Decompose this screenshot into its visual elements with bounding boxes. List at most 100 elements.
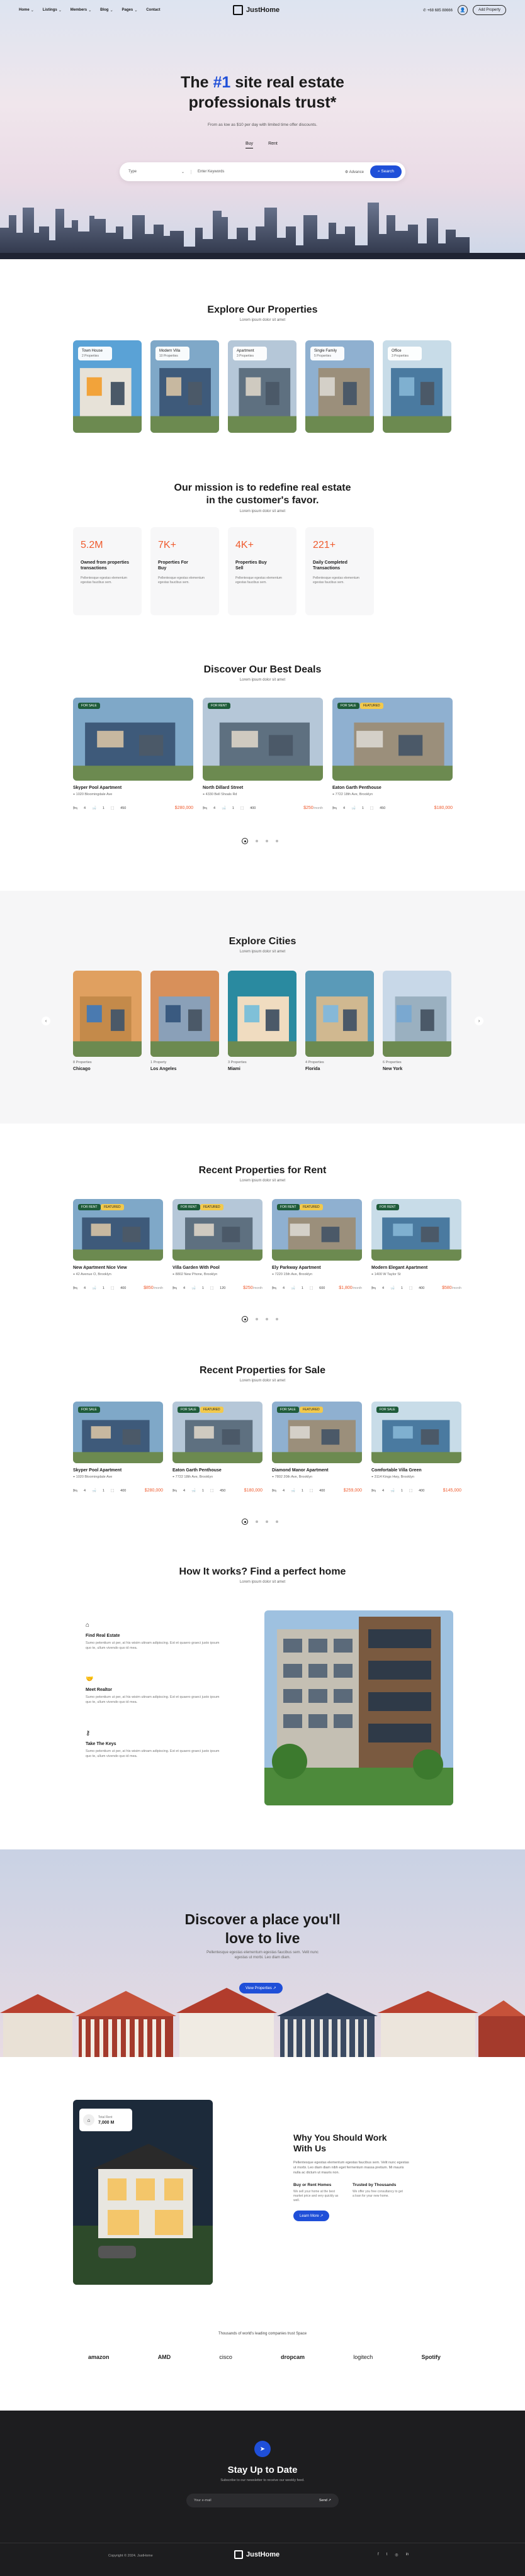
- property-type-card[interactable]: Apartment 3 Properties: [228, 340, 296, 433]
- hero-section: The #1 site real estate professionals tru…: [0, 0, 525, 259]
- nav-blog[interactable]: Blog ⌄: [100, 8, 113, 13]
- page-dot[interactable]: [266, 1520, 268, 1523]
- property-type-card[interactable]: Office 3 Properties: [383, 340, 451, 433]
- add-property-button[interactable]: Add Property: [472, 5, 506, 15]
- property-type-label: Single Family 5 Properties: [310, 347, 344, 360]
- property-name[interactable]: Eaton Garth Penthouse: [172, 1468, 262, 1473]
- tab-rent[interactable]: Rent: [268, 142, 278, 148]
- property-name[interactable]: New Apartment Nice View: [73, 1266, 163, 1270]
- page-dot[interactable]: [276, 1318, 278, 1320]
- chevron-down-icon: ⌄: [134, 8, 138, 13]
- bath-icon: 🛁: [92, 1488, 96, 1493]
- step-keys: ⚷ Take The Keys Sumo petentium ut per, at …: [86, 1730, 224, 1759]
- page-dot[interactable]: [256, 1318, 258, 1320]
- nav-listings[interactable]: Listings ⌄: [43, 8, 62, 13]
- page-dot[interactable]: [266, 1318, 268, 1320]
- property-type-card[interactable]: Modern Villa 10 Properties: [150, 340, 219, 433]
- newsletter-input[interactable]: Your e-mail Send ↗: [186, 2494, 339, 2507]
- prev-arrow-icon[interactable]: ‹: [42, 1017, 50, 1025]
- area-icon: ⬚: [110, 1286, 115, 1290]
- property-card[interactable]: FOR SALE FEATURED Eaton Garth Penthouse ⌖ 7…: [172, 1402, 262, 1493]
- sale-subtitle: Lorem ipsum dolor sit amet: [239, 1379, 286, 1383]
- property-name[interactable]: Comfortable Villa Green: [371, 1468, 461, 1473]
- city-card[interactable]: 3 Properties Miami: [228, 971, 296, 1071]
- site-logo[interactable]: JustHome: [233, 5, 279, 15]
- property-name[interactable]: Ely Parkway Apartment: [272, 1266, 362, 1270]
- search-button[interactable]: ⌕ Search: [370, 165, 402, 178]
- user-icon[interactable]: 👤: [457, 5, 468, 15]
- property-type-card[interactable]: Town House 2 Properties: [73, 340, 142, 433]
- property-type-card[interactable]: Single Family 5 Properties: [305, 340, 374, 433]
- page-dot-active[interactable]: [242, 838, 248, 844]
- next-arrow-icon[interactable]: ›: [475, 1017, 483, 1025]
- page-dot[interactable]: [266, 840, 268, 842]
- key-icon: ⚷: [86, 1730, 91, 1737]
- advance-button[interactable]: ⚙ Advance: [345, 170, 370, 174]
- page-dot-active[interactable]: [242, 1519, 248, 1525]
- copyright: Copyright © 2024. JustHome: [108, 2554, 153, 2558]
- facebook-icon[interactable]: f: [378, 2553, 379, 2557]
- property-meta: 🛏 4 🛁 1 ⬚ 400 $280,000: [73, 1488, 163, 1493]
- city-card[interactable]: 1 Property Los Angeles: [150, 971, 219, 1071]
- map-pin-icon: ⌖: [371, 1475, 374, 1479]
- city-card[interactable]: 6 Properties New York: [383, 971, 451, 1071]
- featured-badge: FEATURED: [300, 1407, 323, 1413]
- property-price: $280,000: [144, 1488, 163, 1493]
- status-badge: FOR SALE: [277, 1407, 299, 1413]
- page-dot[interactable]: [256, 1520, 258, 1523]
- property-name[interactable]: Villa Garden With Pool: [172, 1266, 262, 1270]
- page-dot-active[interactable]: [242, 1316, 248, 1322]
- nav-contact[interactable]: Contact: [146, 8, 160, 13]
- property-card[interactable]: FOR RENT Modern Elegant Apartment ⌖ 1400 W…: [371, 1199, 461, 1290]
- nav-pages[interactable]: Pages ⌄: [122, 8, 138, 13]
- nav-home[interactable]: Home ⌄: [19, 8, 34, 13]
- page-dot[interactable]: [256, 840, 258, 842]
- step-find: ⌂ Find Real Estate Sumo petentium ut per, …: [86, 1622, 224, 1651]
- property-card[interactable]: FOR RENT FEATURED Ely Parkway Apartment ⌖ 7…: [272, 1199, 362, 1290]
- property-price: $580/month: [442, 1286, 461, 1290]
- send-icon: ➤: [254, 2441, 271, 2457]
- learn-more-button[interactable]: Learn More ↗: [293, 2211, 330, 2221]
- deals-pagination: [242, 838, 278, 844]
- type-select[interactable]: Type ⌄: [128, 169, 191, 174]
- property-name[interactable]: Skyper Pool Apartment: [73, 1468, 163, 1473]
- bed-icon: 🛏: [203, 806, 207, 810]
- property-name[interactable]: Modern Elegant Apartment: [371, 1266, 461, 1270]
- mission-subtitle: Lorem ipsum dolor sit amet: [239, 510, 286, 513]
- twitter-icon[interactable]: t: [387, 2553, 388, 2557]
- city-card[interactable]: 8 Properties Chicago: [73, 971, 142, 1071]
- status-badge: FOR RENT: [78, 1204, 101, 1210]
- page-dot[interactable]: [276, 840, 278, 842]
- city-card[interactable]: 4 Properties Florida: [305, 971, 374, 1071]
- property-photo: [73, 698, 193, 781]
- property-address: ⌖ 7722 18th Ave, Brooklyn: [332, 793, 373, 796]
- bed-icon: 🛏: [371, 1286, 376, 1290]
- property-card[interactable]: FOR RENT FEATURED New Apartment Nice View ⌖…: [73, 1199, 163, 1290]
- property-name[interactable]: North Dillard Street: [203, 786, 323, 790]
- instagram-icon[interactable]: ◎: [395, 2553, 398, 2557]
- property-card[interactable]: FOR SALE Comfortable Villa Green ⌖ 3114 Ki…: [371, 1402, 461, 1493]
- tab-buy[interactable]: Buy: [246, 142, 254, 148]
- property-card[interactable]: FOR RENT North Dillard Street ⌖ 4330 Bell …: [203, 698, 323, 810]
- featured-badge: FEATURED: [360, 703, 383, 709]
- sliders-icon: ⚙: [344, 170, 349, 174]
- property-card[interactable]: FOR SALE FEATURED Diamond Manor Apartment ⌖…: [272, 1402, 362, 1493]
- property-name[interactable]: Diamond Manor Apartment: [272, 1468, 362, 1473]
- send-button[interactable]: Send ↗: [319, 2499, 331, 2502]
- property-card[interactable]: FOR RENT FEATURED Villa Garden With Pool ⌖ …: [172, 1199, 262, 1290]
- keyword-input[interactable]: Enter Keywords: [191, 170, 345, 174]
- property-card[interactable]: FOR SALE Skyper Pool Apartment ⌖ 1020 Bloo…: [73, 698, 193, 810]
- phone-link[interactable]: ✆ +68 685 88666: [423, 8, 453, 13]
- property-price: $259,000: [343, 1488, 362, 1493]
- brands-caption: Thousands of world's leading companies t…: [218, 2332, 307, 2336]
- social-links: f t ◎ in: [378, 2553, 409, 2557]
- property-name[interactable]: Eaton Garth Penthouse: [332, 786, 453, 790]
- property-card[interactable]: FOR SALE FEATURED Eaton Garth Penthouse ⌖ 7…: [332, 698, 453, 810]
- page-dot[interactable]: [276, 1520, 278, 1523]
- linkedin-icon[interactable]: in: [406, 2553, 409, 2557]
- stat-card: 7K+ Properties For Buy Pellentesque egestas…: [150, 527, 219, 615]
- property-card[interactable]: FOR SALE Skyper Pool Apartment ⌖ 1020 Bloo…: [73, 1402, 163, 1493]
- nav-members[interactable]: Members ⌄: [71, 8, 91, 13]
- property-name[interactable]: Skyper Pool Apartment: [73, 786, 193, 790]
- footer-logo[interactable]: JustHome: [234, 2550, 279, 2559]
